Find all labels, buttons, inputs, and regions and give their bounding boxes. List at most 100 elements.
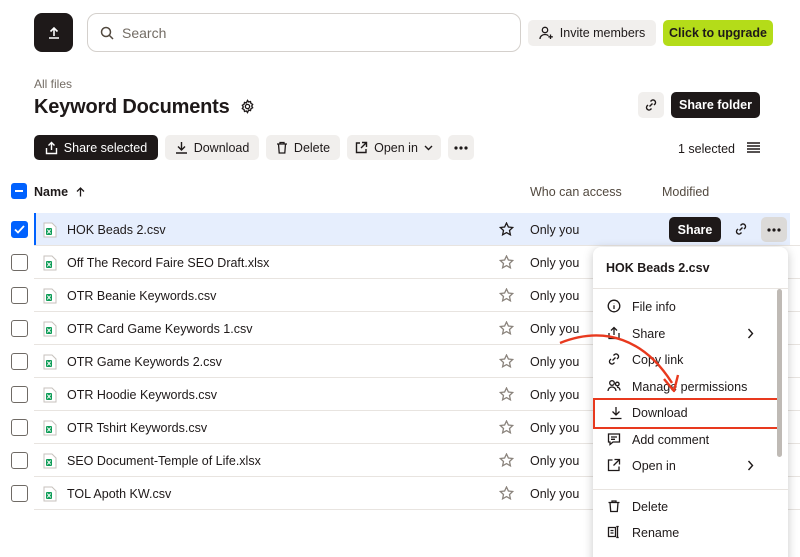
csv-file-icon — [43, 486, 57, 502]
row-more-button[interactable] — [761, 217, 787, 242]
menu-item-label: Manage permissions — [632, 380, 748, 394]
row-checkbox[interactable] — [11, 320, 28, 337]
access-value: Only you — [530, 223, 580, 237]
download-button[interactable]: Download — [165, 135, 259, 160]
link-icon — [735, 223, 747, 235]
star-button[interactable] — [499, 387, 514, 401]
menu-item-label: Copy link — [632, 353, 684, 367]
upload-button[interactable] — [34, 13, 73, 52]
menu-item-label: Share — [632, 327, 666, 341]
star-button[interactable] — [499, 288, 514, 302]
file-name[interactable]: SEO Document-Temple of Life.xlsx — [67, 454, 261, 468]
row-checkbox[interactable] — [11, 485, 28, 502]
file-name[interactable]: Off The Record Faire SEO Draft.xlsx — [67, 256, 269, 270]
menu-item-manage-permissions[interactable]: Manage permissions — [593, 373, 778, 400]
chevron-down-icon — [424, 145, 433, 150]
file-name[interactable]: OTR Beanie Keywords.csv — [67, 289, 216, 303]
more-icon — [454, 145, 468, 150]
csv-file-icon — [43, 321, 57, 337]
access-value: Only you — [530, 289, 580, 303]
share-selected-button[interactable]: Share selected — [34, 135, 158, 160]
select-all-checkbox[interactable] — [11, 183, 27, 199]
menu-item-copy-link[interactable]: Copy link — [593, 346, 778, 373]
row-checkbox[interactable] — [11, 419, 28, 436]
more-actions-button[interactable] — [448, 135, 474, 160]
folder-settings-button[interactable] — [240, 99, 255, 114]
star-icon — [499, 387, 514, 401]
menu-item-download[interactable]: Download — [593, 398, 781, 429]
invite-members-button[interactable]: Invite members — [528, 20, 656, 46]
access-column-header[interactable]: Who can access — [530, 185, 622, 199]
csv-file-icon — [43, 420, 57, 436]
file-name[interactable]: TOL Apoth KW.csv — [67, 487, 171, 501]
download-icon — [175, 142, 187, 154]
menu-item-open-in[interactable]: Open in — [593, 452, 778, 479]
access-value: Only you — [530, 355, 580, 369]
menu-divider — [593, 288, 788, 289]
spreadsheet-file-icon — [43, 453, 57, 469]
gear-icon — [241, 99, 254, 114]
star-icon — [499, 255, 514, 269]
open-in-label: Open in — [374, 140, 418, 155]
more-icon — [767, 227, 781, 232]
row-checkbox[interactable] — [11, 386, 28, 403]
name-column-header[interactable]: Name — [34, 185, 85, 199]
star-icon — [499, 222, 514, 236]
access-value: Only you — [530, 388, 580, 402]
row-share-label: Share — [677, 222, 713, 237]
row-copy-link-button[interactable] — [734, 222, 748, 236]
breadcrumb[interactable]: All files — [34, 77, 72, 91]
row-checkbox[interactable] — [11, 287, 28, 304]
row-share-button[interactable]: Share — [669, 217, 721, 242]
share-folder-button[interactable]: Share folder — [671, 92, 760, 118]
star-button[interactable] — [499, 453, 514, 467]
file-name[interactable]: OTR Tshirt Keywords.csv — [67, 421, 207, 435]
star-button[interactable] — [499, 486, 514, 500]
menu-item-file-info[interactable]: File info — [593, 293, 778, 320]
upgrade-button[interactable]: Click to upgrade — [663, 20, 773, 46]
search-bar[interactable] — [87, 13, 521, 52]
row-checkbox[interactable] — [11, 254, 28, 271]
star-icon — [499, 321, 514, 335]
access-value: Only you — [530, 487, 580, 501]
menu-item-add-comment[interactable]: Add comment — [593, 426, 778, 453]
star-button[interactable] — [499, 222, 514, 236]
view-toggle-button[interactable] — [747, 142, 760, 153]
csv-file-icon — [43, 222, 57, 238]
link-icon — [607, 352, 621, 366]
row-checkbox[interactable] — [11, 353, 28, 370]
delete-label: Delete — [293, 140, 331, 155]
menu-scrollbar[interactable] — [777, 289, 782, 457]
star-button[interactable] — [499, 255, 514, 269]
row-checkbox[interactable] — [11, 452, 28, 469]
share-icon — [45, 141, 57, 154]
add-person-icon — [539, 26, 553, 40]
star-button[interactable] — [499, 321, 514, 335]
menu-item-share[interactable]: Share — [593, 320, 778, 347]
delete-button[interactable]: Delete — [266, 135, 340, 160]
download-label: Download — [193, 140, 250, 155]
search-input[interactable] — [122, 24, 502, 41]
chevron-right-icon — [747, 328, 754, 339]
star-button[interactable] — [499, 420, 514, 434]
file-name[interactable]: OTR Card Game Keywords 1.csv — [67, 322, 252, 336]
menu-item-label: File info — [632, 300, 676, 314]
check-icon — [14, 225, 25, 234]
table-row[interactable]: HOK Beads 2.csv Only you Share — [0, 213, 800, 246]
file-name[interactable]: HOK Beads 2.csv — [67, 223, 166, 237]
context-menu: HOK Beads 2.csv File info Share Copy link M… — [593, 247, 788, 557]
comment-icon — [607, 432, 621, 446]
menu-item-rename[interactable]: Rename — [593, 519, 778, 546]
open-in-button[interactable]: Open in — [347, 135, 441, 160]
menu-item-delete[interactable]: Delete — [593, 493, 778, 520]
file-name[interactable]: OTR Game Keywords 2.csv — [67, 355, 222, 369]
menu-item-label: Rename — [632, 526, 680, 540]
arrow-up-icon — [76, 187, 85, 197]
modified-column-header[interactable]: Modified — [662, 185, 709, 199]
star-button[interactable] — [499, 354, 514, 368]
name-column-label: Name — [34, 185, 69, 199]
copy-folder-link-button[interactable] — [638, 92, 664, 118]
download-icon — [609, 406, 623, 420]
row-checkbox[interactable] — [11, 221, 28, 238]
file-name[interactable]: OTR Hoodie Keywords.csv — [67, 388, 217, 402]
